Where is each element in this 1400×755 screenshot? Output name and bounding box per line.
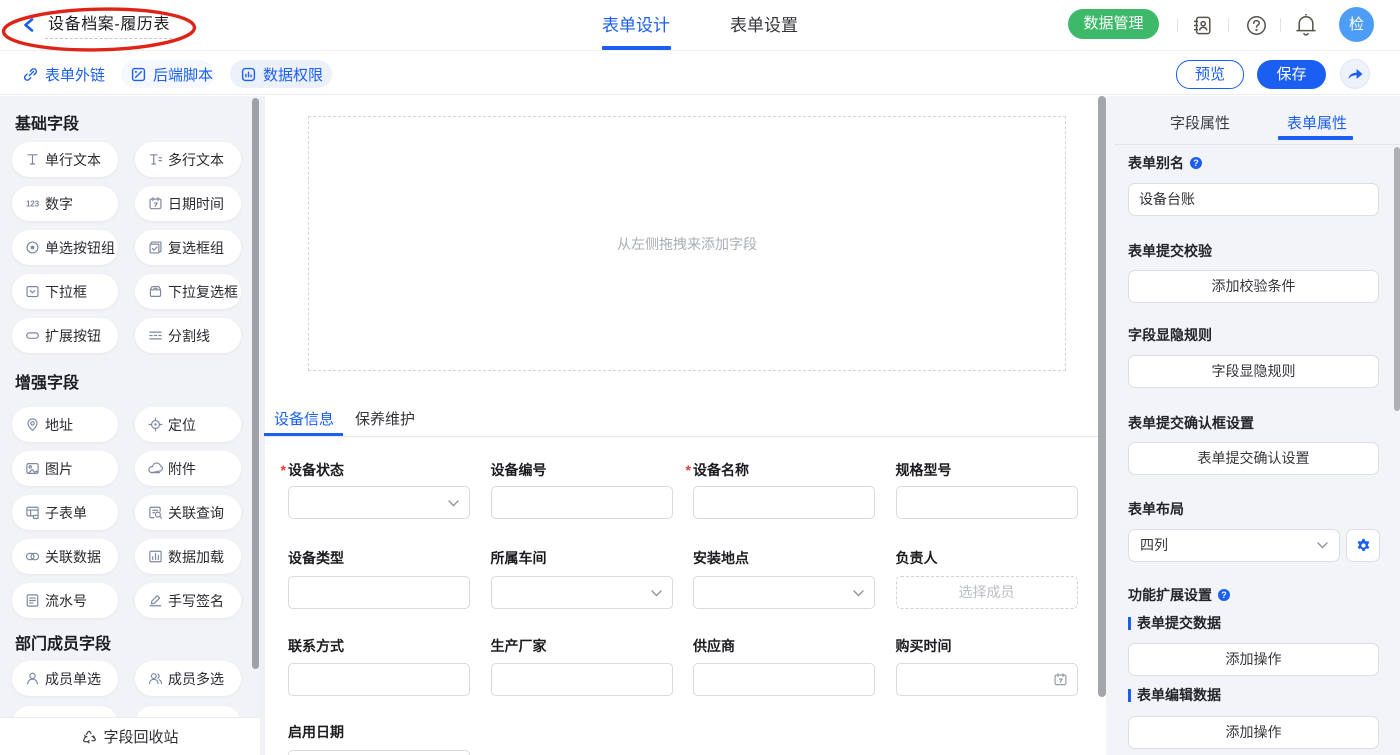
svg-text:123: 123	[26, 199, 40, 208]
